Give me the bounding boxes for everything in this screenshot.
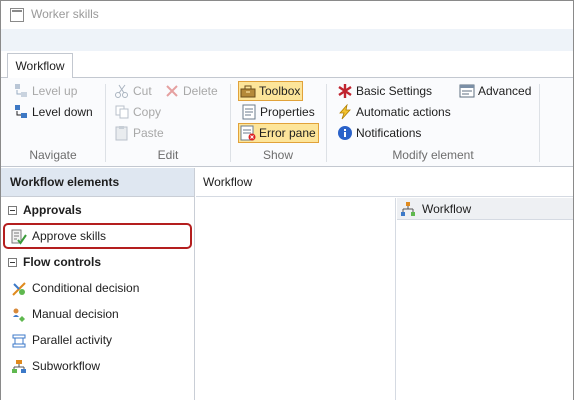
properties-icon: [241, 104, 257, 120]
title-bar: Worker skills: [1, 1, 573, 29]
scissors-icon: [114, 83, 130, 99]
workspace: Workflow elements Approvals Approve skil…: [1, 168, 573, 400]
error-pane-label: Error pane: [259, 126, 316, 140]
element-label: Manual decision: [32, 307, 119, 321]
error-pane-icon: [240, 125, 256, 141]
ribbon-tab-strip: [1, 29, 573, 51]
show-group-label: Show: [262, 148, 294, 162]
level-up-label: Level up: [32, 84, 78, 98]
delete-x-icon: [164, 83, 180, 99]
automatic-actions-label: Automatic actions: [356, 105, 451, 119]
element-label: Parallel activity: [32, 333, 113, 347]
level-up-button[interactable]: Level up: [11, 81, 79, 101]
app-icon: [10, 8, 24, 25]
asterisk-icon: [337, 83, 353, 99]
show-group: Toolbox Properties Error pane Show: [231, 78, 325, 166]
copy-label: Copy: [133, 105, 162, 119]
workflow-design-surface[interactable]: [196, 198, 396, 400]
automatic-actions-button[interactable]: Automatic actions: [335, 102, 453, 122]
element-label: Approve skills: [32, 229, 107, 243]
notifications-button[interactable]: Notifications: [335, 123, 423, 143]
properties-label: Properties: [260, 105, 315, 119]
flow-controls-group-header[interactable]: Flow controls: [1, 249, 194, 275]
advanced-label: Advanced: [478, 84, 532, 98]
element-conditional-decision[interactable]: Conditional decision: [1, 275, 194, 301]
conditional-decision-icon: [11, 280, 27, 296]
basic-settings-label: Basic Settings: [356, 84, 433, 98]
toolbox-button[interactable]: Toolbox: [238, 81, 304, 101]
basic-settings-button[interactable]: Basic Settings: [335, 81, 434, 101]
approvals-group-header[interactable]: Approvals: [1, 197, 194, 223]
notifications-label: Notifications: [356, 126, 422, 140]
navigate-group: Level up Level down Navigate: [1, 78, 105, 166]
level-up-icon: [13, 83, 29, 99]
modify-element-group-label: Modify element: [392, 148, 474, 162]
ribbon: Level up Level down Navigate Cut Delete …: [1, 77, 573, 167]
toolbox-label: Toolbox: [259, 84, 301, 98]
modify-element-group: Basic Settings Advanced Automatic action…: [327, 78, 539, 166]
manual-decision-icon: [11, 306, 27, 322]
lightning-icon: [337, 103, 353, 120]
collapse-icon[interactable]: [8, 205, 17, 215]
approval-task-icon: [11, 228, 27, 245]
level-down-label: Level down: [32, 105, 93, 119]
level-down-button[interactable]: Level down: [11, 102, 95, 122]
copy-button[interactable]: Copy: [112, 102, 163, 122]
cut-label: Cut: [133, 84, 152, 98]
parallel-activity-icon: [11, 332, 27, 348]
window-title: Worker skills: [31, 7, 99, 21]
approvals-group-title: Approvals: [23, 203, 82, 217]
level-down-icon: [13, 104, 29, 120]
edit-group-label: Edit: [157, 148, 179, 162]
navigate-group-label: Navigate: [29, 148, 77, 162]
element-subworkflow[interactable]: Subworkflow: [1, 353, 194, 379]
app-window: Worker skills Workflow Level up Level do…: [0, 0, 574, 400]
delete-label: Delete: [183, 84, 218, 98]
properties-button[interactable]: Properties: [239, 102, 317, 122]
flow-controls-group-title: Flow controls: [23, 255, 101, 269]
paste-icon: [114, 125, 130, 141]
workflow-elements-header: Workflow elements: [1, 168, 194, 197]
paste-label: Paste: [133, 126, 164, 140]
advanced-icon: [459, 83, 475, 99]
copy-icon: [114, 104, 130, 120]
delete-button[interactable]: Delete: [162, 81, 220, 101]
info-icon: [337, 125, 353, 141]
collapse-icon[interactable]: [8, 257, 17, 267]
workflow-canvas-header: Workflow: [196, 168, 573, 197]
workflow-elements-pane: Workflow elements Approvals Approve skil…: [1, 168, 195, 400]
workflow-node-label: Workflow: [422, 201, 472, 216]
toolbox-icon: [240, 83, 256, 99]
paste-button[interactable]: Paste: [112, 123, 166, 143]
element-parallel-activity[interactable]: Parallel activity: [1, 327, 194, 353]
element-label: Subworkflow: [32, 359, 101, 373]
tab-workflow[interactable]: Workflow: [7, 53, 73, 78]
workflow-hierarchy-icon: [400, 201, 416, 217]
element-approve-skills[interactable]: Approve skills: [3, 223, 192, 249]
cut-button[interactable]: Cut: [112, 81, 154, 101]
element-label: Conditional decision: [32, 281, 140, 295]
advanced-button[interactable]: Advanced: [457, 81, 533, 101]
element-manual-decision[interactable]: Manual decision: [1, 301, 194, 327]
subworkflow-icon: [11, 358, 27, 374]
workflow-node-header[interactable]: Workflow: [397, 198, 573, 220]
workflow-canvas-pane: Workflow Workflow: [196, 168, 573, 400]
error-pane-button[interactable]: Error pane: [238, 123, 319, 143]
ribbon-separator: [539, 84, 540, 162]
edit-group: Cut Delete Copy Paste Edit: [106, 78, 230, 166]
